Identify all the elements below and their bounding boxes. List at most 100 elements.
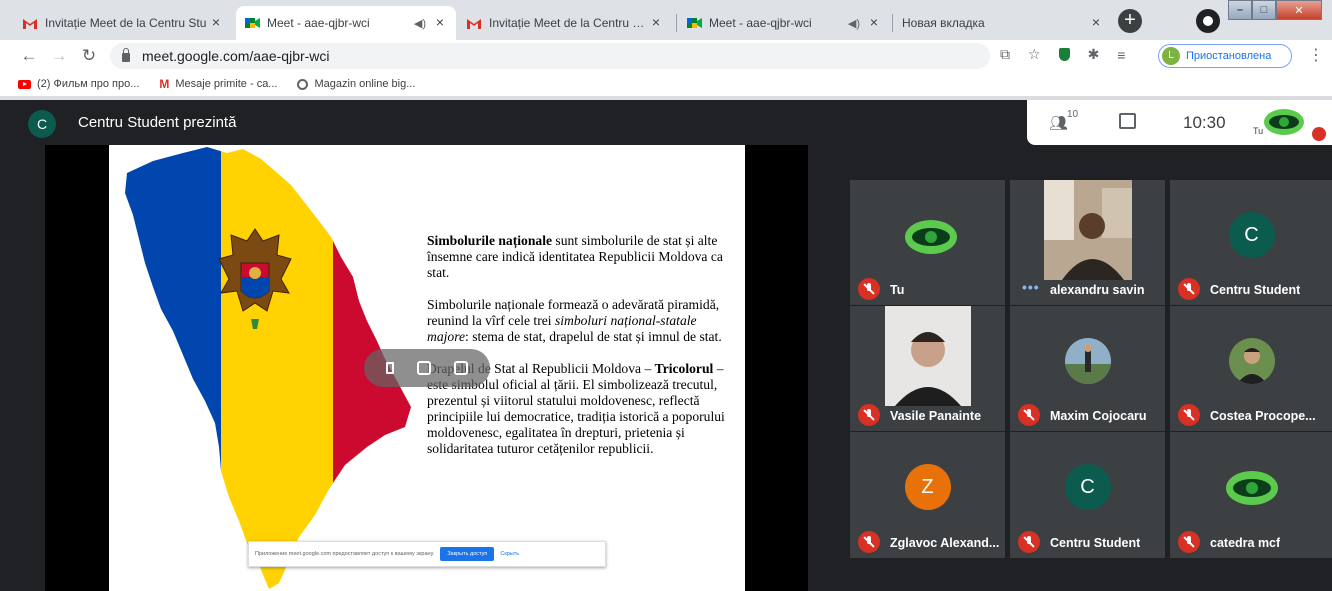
participant-tile[interactable]: ••• alexandru savin bbox=[1010, 180, 1165, 305]
participant-tile[interactable]: catedra mcf bbox=[1170, 432, 1332, 558]
mic-off-icon bbox=[1018, 404, 1040, 426]
screen-share-notification: Приложение meet.google.com предоставляет… bbox=[248, 541, 606, 567]
new-tab-button[interactable]: + bbox=[1118, 9, 1142, 33]
gmail-icon bbox=[22, 15, 38, 31]
tab-title: Новая вкладка bbox=[902, 16, 985, 30]
tab-strip: Invitație Meet de la Centru Stu × Meet -… bbox=[0, 0, 1332, 40]
browser-tab-3[interactable]: Invitație Meet de la Centru Stu × bbox=[458, 6, 672, 40]
address-bar[interactable]: meet.google.com/aae-qjbr-wci bbox=[110, 43, 990, 69]
mic-off-icon bbox=[1312, 127, 1326, 141]
close-icon[interactable]: × bbox=[648, 15, 664, 31]
url-text: meet.google.com/aae-qjbr-wci bbox=[142, 48, 330, 64]
pin-icon[interactable] bbox=[385, 362, 394, 374]
avatar: Z bbox=[904, 464, 951, 511]
mic-off-icon bbox=[1178, 278, 1200, 300]
hide-button[interactable]: Скрыть bbox=[500, 551, 519, 557]
chrome-profile-icon[interactable] bbox=[1196, 9, 1220, 33]
mic-off-icon bbox=[1018, 531, 1040, 553]
reload-icon[interactable]: ↻ bbox=[74, 46, 104, 66]
self-avatar[interactable] bbox=[1263, 108, 1305, 136]
bookmark-label: Mesaje primite - ca... bbox=[175, 78, 278, 90]
presenter-avatar: C bbox=[28, 110, 56, 138]
participant-tile[interactable]: C Centru Student bbox=[1170, 180, 1332, 305]
presenter-title: Centru Student prezintă bbox=[78, 114, 237, 131]
speaker-icon[interactable]: ◀︎) bbox=[414, 17, 426, 30]
star-icon[interactable]: ☆ bbox=[1028, 46, 1041, 63]
stop-sharing-button[interactable]: Закрыть доступ bbox=[440, 547, 495, 561]
mic-off-icon bbox=[858, 531, 880, 553]
shield-extension-icon[interactable] bbox=[1058, 48, 1070, 61]
participant-tile[interactable]: Tu bbox=[850, 180, 1005, 305]
meeting-time: 10:30 bbox=[1183, 113, 1226, 132]
participant-tile[interactable]: C Centru Student bbox=[1010, 432, 1165, 558]
browser-tab-5[interactable]: Новая вкладка × bbox=[894, 6, 1112, 40]
avatar bbox=[1064, 338, 1111, 384]
participant-name: Centru Student bbox=[1050, 536, 1141, 550]
self-label: Tu bbox=[1253, 126, 1264, 136]
people-icon[interactable]: 👥︎ bbox=[1049, 114, 1068, 132]
speaker-icon[interactable]: ◀︎) bbox=[848, 17, 860, 30]
close-window-button[interactable]: ✕ bbox=[1276, 0, 1322, 20]
avatar: C bbox=[1228, 212, 1275, 258]
participant-grid: Tu ••• alexandru savin C Centru Student … bbox=[850, 180, 1332, 558]
youtube-icon bbox=[18, 79, 31, 89]
chat-icon[interactable] bbox=[1119, 113, 1136, 129]
green-logo-avatar bbox=[905, 220, 957, 254]
share-message: Приложение meet.google.com предоставляет… bbox=[255, 551, 435, 557]
bookmark-item[interactable]: (2) Фильм про про... bbox=[18, 78, 139, 90]
tab-divider bbox=[892, 14, 893, 32]
bookmark-label: Magazin online big... bbox=[314, 78, 416, 90]
slide-text-run: : stema de stat, drapelul de stat și imn… bbox=[465, 329, 722, 344]
tab-title: Invitație Meet de la Centru Stu bbox=[45, 16, 207, 30]
participant-tile[interactable]: Maxim Cojocaru bbox=[1010, 306, 1165, 431]
close-icon[interactable]: × bbox=[866, 15, 882, 31]
participant-name: Tu bbox=[890, 283, 905, 297]
tab-title: Invitație Meet de la Centru Stu bbox=[489, 16, 648, 30]
slide-bold-text: Tricolorul bbox=[654, 361, 714, 376]
minimize-button[interactable]: – bbox=[1228, 0, 1252, 20]
participant-tile[interactable]: Vasile Panainte bbox=[850, 306, 1005, 431]
extensions-icon[interactable]: ✱ bbox=[1088, 46, 1100, 63]
more-menu-icon[interactable]: ⋮ bbox=[1308, 45, 1324, 65]
close-icon[interactable]: × bbox=[208, 15, 224, 31]
remove-icon[interactable] bbox=[454, 361, 469, 375]
browser-toolbar: ← → ↻ meet.google.com/aae-qjbr-wci ⧉ ☆ ✱… bbox=[0, 40, 1332, 72]
gmail-icon: M bbox=[159, 77, 170, 91]
participant-tile[interactable]: Costea Procope... bbox=[1170, 306, 1332, 431]
meet-controls-panel: 👥︎ 10 10:30 Tu bbox=[1027, 100, 1332, 145]
translate-icon[interactable]: ⧉ bbox=[1000, 46, 1010, 63]
slide-paragraph: Simbolurile naționale sunt simbolurile d… bbox=[427, 233, 737, 281]
slide-paragraph: Simbolurile naționale formează o adevăra… bbox=[427, 297, 737, 345]
browser-tab-2[interactable]: Meet - aae-qjbr-wci ◀︎) × bbox=[236, 6, 456, 40]
video-feed bbox=[884, 306, 971, 406]
participant-name: Vasile Panainte bbox=[890, 409, 982, 423]
screen-share-pill[interactable] bbox=[364, 349, 490, 387]
speaking-indicator: ••• bbox=[1022, 279, 1040, 295]
browser-tab-1[interactable]: Invitație Meet de la Centru Stu × bbox=[14, 6, 232, 40]
close-icon[interactable]: × bbox=[1088, 15, 1104, 31]
lock-icon[interactable] bbox=[122, 47, 130, 62]
close-icon[interactable]: × bbox=[432, 15, 448, 31]
mic-off-icon bbox=[858, 404, 880, 426]
video-feed bbox=[1043, 180, 1132, 280]
participant-name: Centru Student bbox=[1210, 283, 1301, 297]
bookmark-item[interactable]: M Mesaje primite - ca... bbox=[159, 77, 277, 91]
profile-button[interactable]: L Приостановлена bbox=[1158, 44, 1292, 68]
bookmark-item[interactable]: Magazin online big... bbox=[297, 78, 415, 90]
browser-tab-4[interactable]: Meet - aae-qjbr-wci ◀︎) × bbox=[678, 6, 890, 40]
tab-title: Meet - aae-qjbr-wci bbox=[709, 16, 812, 30]
back-icon[interactable]: ← bbox=[14, 46, 44, 66]
mic-off-icon bbox=[1178, 531, 1200, 553]
profile-status: Приостановлена bbox=[1186, 50, 1272, 62]
window-controls: – □ ✕ bbox=[1228, 0, 1322, 20]
maximize-button[interactable]: □ bbox=[1252, 0, 1276, 20]
reading-list-icon[interactable]: ≡ bbox=[1117, 47, 1125, 63]
meet-icon bbox=[244, 15, 260, 31]
mute-icon[interactable] bbox=[416, 361, 431, 375]
tab-divider bbox=[676, 14, 677, 32]
participant-tile[interactable]: Z Zglavoc Alexand... bbox=[850, 432, 1005, 558]
participant-name: catedra mcf bbox=[1210, 536, 1281, 550]
forward-icon[interactable]: → bbox=[44, 46, 74, 66]
avatar: C bbox=[1064, 464, 1111, 511]
green-logo-avatar bbox=[1226, 471, 1278, 505]
